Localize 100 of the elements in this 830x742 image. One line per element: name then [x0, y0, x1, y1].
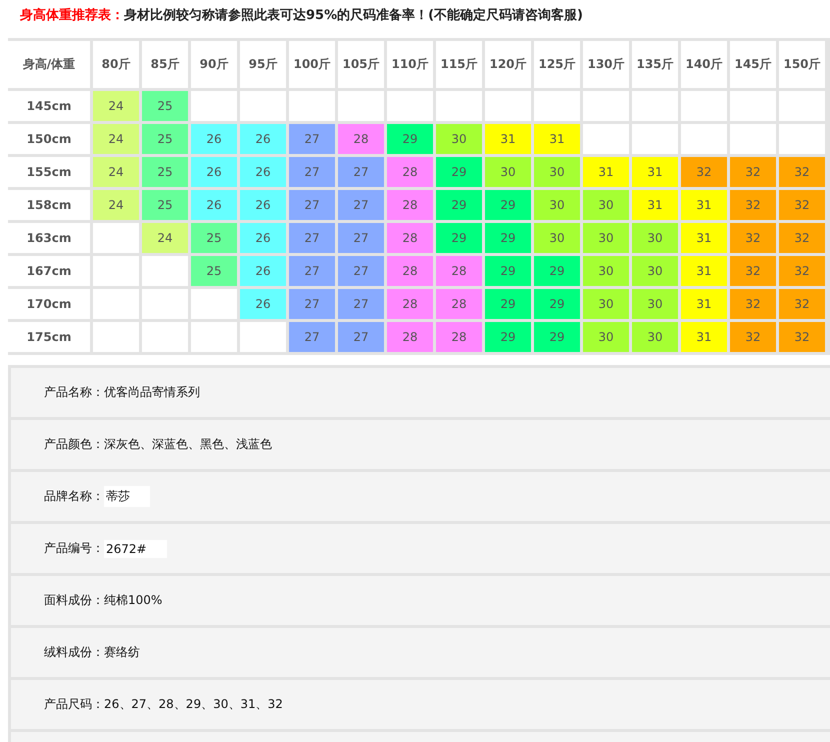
empty-cell: [240, 322, 286, 352]
row-header-cell: 145cm: [8, 91, 90, 121]
header-cell: 115斤: [436, 41, 482, 88]
chart-title: 身高体重推荐表：: [20, 8, 124, 23]
size-cell: 28: [387, 223, 433, 253]
size-cell: 30: [583, 322, 629, 352]
empty-cell: [142, 322, 188, 352]
size-cell: 26: [240, 256, 286, 286]
empty-cell: [779, 124, 825, 154]
size-cell: 27: [289, 124, 335, 154]
size-cell: 28: [436, 289, 482, 319]
empty-cell: [338, 91, 384, 121]
size-cell: 26: [191, 157, 237, 187]
size-cell: 32: [730, 223, 776, 253]
header-cell: 150斤: [779, 41, 825, 88]
header-cell: 140斤: [681, 41, 727, 88]
detail-label: 品牌名称：: [44, 488, 104, 505]
empty-cell: [191, 91, 237, 121]
detail-value: 优客尚品寄情系列: [104, 384, 200, 401]
detail-value: 26、27、28、29、30、31、32: [104, 696, 283, 713]
size-cell: 31: [681, 256, 727, 286]
size-cell: 32: [730, 157, 776, 187]
empty-cell: [191, 322, 237, 352]
row-header-cell: 155cm: [8, 157, 90, 187]
size-cell: 24: [93, 124, 139, 154]
size-cell: 27: [338, 190, 384, 220]
empty-cell: [93, 256, 139, 286]
size-cell: 27: [289, 322, 335, 352]
row-header-cell: 158cm: [8, 190, 90, 220]
size-cell: 25: [142, 91, 188, 121]
size-cell: 29: [485, 256, 531, 286]
size-cell: 28: [387, 322, 433, 352]
size-cell: 29: [436, 157, 482, 187]
size-cell: 29: [485, 322, 531, 352]
size-cell: 29: [485, 289, 531, 319]
empty-cell: [730, 91, 776, 121]
size-cell: 29: [436, 190, 482, 220]
size-cell: 32: [730, 289, 776, 319]
empty-cell: [142, 289, 188, 319]
header-cell: 135斤: [632, 41, 678, 88]
size-cell: 32: [681, 157, 727, 187]
row-header-cell: 170cm: [8, 289, 90, 319]
size-cell: 27: [338, 223, 384, 253]
size-cell: 30: [583, 256, 629, 286]
header-cell: 85斤: [142, 41, 188, 88]
size-cell: 26: [240, 157, 286, 187]
size-cell: 26: [240, 289, 286, 319]
size-cell: 32: [779, 157, 825, 187]
size-cell: 30: [534, 157, 580, 187]
empty-cell: [583, 124, 629, 154]
detail-label: 绒料成份：: [44, 644, 104, 661]
empty-cell: [632, 124, 678, 154]
detail-value: 赛络纺: [104, 644, 140, 661]
size-cell: 30: [632, 223, 678, 253]
size-cell: 25: [142, 190, 188, 220]
row-header-cell: 163cm: [8, 223, 90, 253]
detail-label: 产品尺码：: [44, 696, 104, 713]
size-cell: 30: [632, 322, 678, 352]
size-cell: 29: [485, 223, 531, 253]
empty-cell: [681, 91, 727, 121]
size-cell: 31: [485, 124, 531, 154]
size-cell: 28: [387, 289, 433, 319]
row-header-cell: 167cm: [8, 256, 90, 286]
header-cell: 100斤: [289, 41, 335, 88]
empty-cell: [681, 124, 727, 154]
size-cell: 31: [681, 289, 727, 319]
empty-cell: [93, 223, 139, 253]
size-cell: 32: [779, 223, 825, 253]
size-cell: 24: [142, 223, 188, 253]
detail-label: 产品颜色：: [44, 436, 104, 453]
empty-cell: [583, 91, 629, 121]
size-cell: 24: [93, 157, 139, 187]
header-cell: 130斤: [583, 41, 629, 88]
size-cell: 30: [632, 256, 678, 286]
size-cell: 30: [534, 223, 580, 253]
size-cell: 28: [387, 256, 433, 286]
detail-label: 产品编号：: [44, 540, 104, 557]
size-cell: 25: [142, 124, 188, 154]
header-cell: 120斤: [485, 41, 531, 88]
size-cell: 27: [338, 289, 384, 319]
size-cell: 30: [583, 190, 629, 220]
empty-cell: [93, 289, 139, 319]
size-cell: 27: [338, 322, 384, 352]
size-cell: 32: [779, 322, 825, 352]
empty-cell: [289, 91, 335, 121]
empty-cell: [240, 91, 286, 121]
size-cell: 32: [730, 322, 776, 352]
header-cell: 125斤: [534, 41, 580, 88]
empty-cell: [485, 91, 531, 121]
detail-value: 2672#: [104, 540, 167, 558]
size-cell: 29: [534, 322, 580, 352]
size-cell: 27: [289, 157, 335, 187]
size-cell: 29: [534, 256, 580, 286]
detail-label: 产品名称：: [44, 384, 104, 401]
size-cell: 27: [289, 256, 335, 286]
size-cell: 30: [436, 124, 482, 154]
size-cell: 31: [632, 190, 678, 220]
size-cell: 25: [191, 256, 237, 286]
size-cell: 30: [583, 289, 629, 319]
detail-value: 蒂莎: [104, 486, 150, 507]
